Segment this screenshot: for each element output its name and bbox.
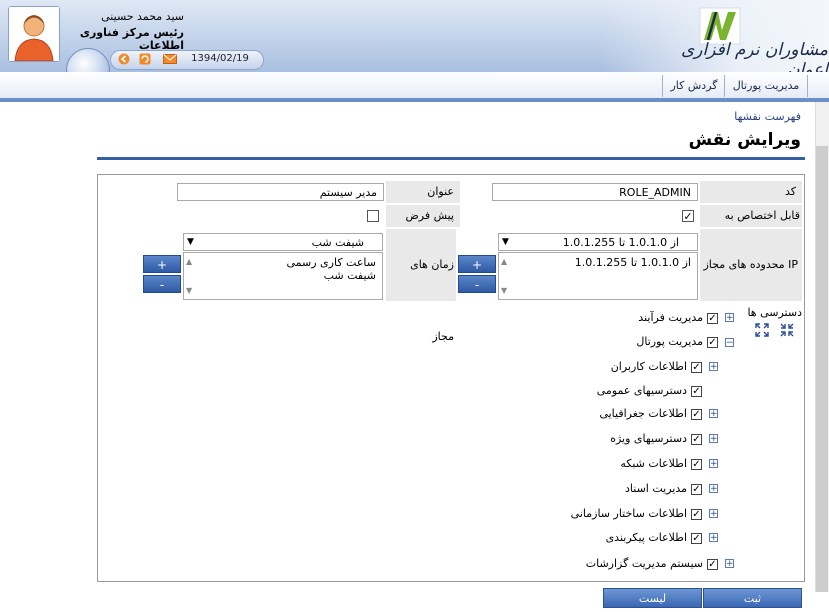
tree-item-geographic-info[interactable]: اطلاعات جغرافیایی — [540, 407, 687, 421]
chevron-down-icon: ▼ — [502, 237, 509, 247]
expand-icon[interactable]: + — [709, 459, 718, 469]
expand-icon[interactable]: + — [709, 362, 718, 372]
list-button[interactable]: لیست — [603, 588, 702, 608]
default-label: پیش فرض — [386, 205, 460, 227]
tree-checkbox[interactable]: ✓ — [691, 409, 702, 420]
expand-icon[interactable]: + — [725, 559, 734, 569]
remove-ip-button[interactable]: - — [458, 275, 496, 293]
expand-icon[interactable]: + — [725, 313, 734, 323]
tree-item-org-structure-info[interactable]: اطلاعات ساختار سازمانی — [520, 507, 687, 521]
title-label: عنوان — [386, 181, 460, 203]
refresh-icon[interactable] — [139, 53, 151, 68]
default-checkbox[interactable] — [367, 210, 379, 222]
allowed-time-list[interactable]: ▲ ساعت کاری رسمی شیفت شب ▼ — [183, 252, 383, 300]
collapse-all-icon[interactable] — [780, 323, 794, 340]
scroll-down-icon[interactable]: ▼ — [501, 284, 507, 297]
avatar-icon — [9, 7, 59, 62]
code-label: کد — [700, 181, 802, 203]
current-date: 1394/02/19 — [191, 53, 249, 64]
scrollbar-thumb[interactable] — [816, 146, 828, 592]
tab-workflow[interactable]: گردش کار — [662, 75, 725, 97]
submit-button[interactable]: ثبت — [703, 588, 802, 608]
scroll-down-icon[interactable]: ▼ — [186, 284, 192, 297]
page-title: ویرایش نقش — [688, 130, 801, 150]
tree-item-process-management[interactable]: مدیریت فرآیند — [560, 311, 703, 325]
tree-item-user-info[interactable]: اطلاعات کاربران — [540, 360, 687, 374]
tree-item-document-management[interactable]: مدیریت اسناد — [540, 482, 687, 496]
tree-item-special-access[interactable]: دسترسیهای ویژه — [540, 432, 687, 446]
scroll-up-icon[interactable]: ▲ — [501, 255, 507, 268]
expand-icon[interactable]: + — [709, 533, 718, 543]
title-divider — [97, 157, 805, 160]
tree-checkbox[interactable]: ✓ — [691, 509, 702, 520]
user-avatar — [8, 6, 60, 62]
back-icon[interactable] — [118, 53, 130, 68]
user-name: سید محمد حسینی — [101, 10, 184, 23]
ip-range-selected: از 1.0.1.0 تا 1.0.1.255 — [562, 236, 679, 249]
tree-item-portal-management[interactable]: مدیریت پورتال — [560, 335, 703, 349]
access-label: دسترسی ها — [747, 306, 802, 319]
tree-checkbox[interactable]: ✓ — [707, 313, 718, 324]
title-field[interactable]: مدیر سیستم — [177, 183, 384, 201]
allowed-times-label: زمان های مجاز — [386, 229, 456, 343]
expand-icon[interactable]: + — [709, 509, 718, 519]
ip-range-list[interactable]: ▲ از 1.0.1.0 تا 1.0.1.255 ▼ — [498, 252, 698, 300]
assignable-checkbox[interactable]: ✓ — [682, 210, 694, 223]
collapse-icon[interactable]: − — [725, 338, 734, 348]
expand-all-icon[interactable] — [755, 323, 769, 340]
add-ip-button[interactable]: + — [458, 255, 496, 273]
tree-checkbox[interactable]: ✓ — [691, 386, 702, 397]
tree-checkbox[interactable]: ✓ — [707, 337, 718, 348]
scroll-up-icon[interactable]: ▲ — [186, 255, 192, 268]
ip-ranges-label: محدوده های مجاز IP — [700, 229, 802, 301]
tree-checkbox[interactable]: ✓ — [691, 484, 702, 495]
list-item[interactable]: از 1.0.1.0 تا 1.0.1.255 — [519, 256, 691, 269]
remove-time-button[interactable]: - — [143, 275, 181, 293]
expand-icon[interactable]: + — [709, 484, 718, 494]
chevron-down-icon: ▼ — [187, 237, 194, 247]
tab-portal-management[interactable]: مدیریت پورتال — [724, 75, 808, 97]
tree-checkbox[interactable]: ✓ — [691, 362, 702, 373]
ip-range-select[interactable]: ▼ از 1.0.1.0 تا 1.0.1.255 — [498, 233, 698, 251]
mail-icon[interactable] — [163, 53, 177, 68]
add-time-button[interactable]: + — [143, 255, 181, 273]
list-item[interactable]: شیفت شب — [204, 269, 376, 282]
tree-checkbox[interactable]: ✓ — [707, 559, 718, 570]
expand-icon[interactable]: + — [709, 409, 718, 419]
tree-checkbox[interactable]: ✓ — [691, 459, 702, 470]
tree-checkbox[interactable]: ✓ — [691, 434, 702, 445]
tree-item-config-info[interactable]: اطلاعات پیکربندی — [540, 531, 687, 545]
allowed-time-select[interactable]: ▼ شیفت شب — [183, 233, 383, 251]
nav-underline — [0, 98, 829, 102]
assignable-label: قابل اختصاص به کاربر — [700, 205, 802, 244]
allowed-time-selected: شیفت شب — [311, 236, 364, 249]
list-item[interactable]: ساعت کاری رسمی — [204, 256, 377, 269]
tree-checkbox[interactable]: ✓ — [691, 533, 702, 544]
tree-item-report-management-system[interactable]: سیستم مدیریت گزارشات — [540, 557, 703, 571]
breadcrumb[interactable]: فهرست نقشها — [734, 110, 801, 123]
code-field[interactable]: ROLE_ADMIN — [492, 183, 698, 201]
tree-item-network-info[interactable]: اطلاعات شبکه — [540, 457, 687, 471]
expand-icon[interactable]: + — [709, 434, 718, 444]
tree-item-general-access[interactable]: دسترسیهای عمومی — [540, 384, 687, 398]
